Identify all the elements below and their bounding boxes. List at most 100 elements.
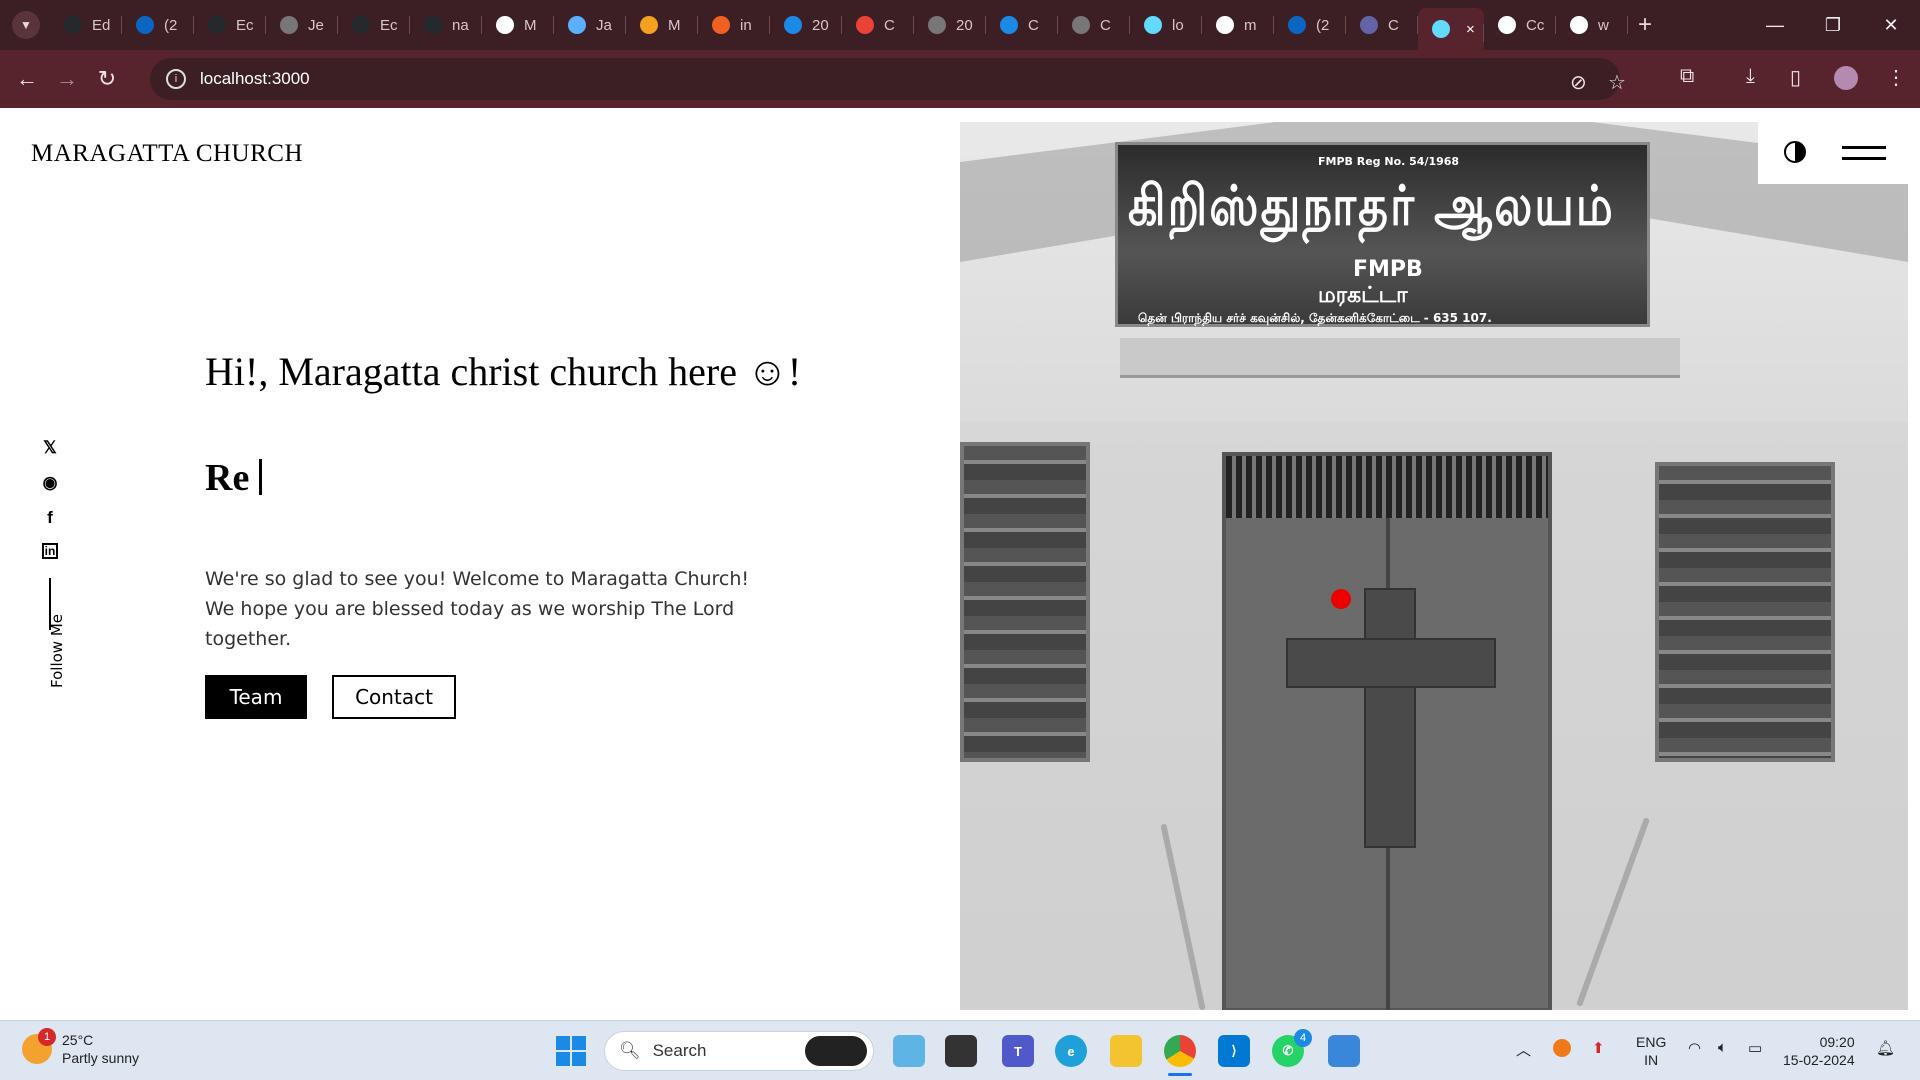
tab-label: in — [740, 16, 752, 34]
edge-icon[interactable]: e — [1055, 1035, 1087, 1067]
tray-app-icon[interactable] — [1553, 1039, 1571, 1057]
vscode-icon[interactable]: ⟩ — [1218, 1035, 1250, 1067]
search-icon: 🔍︎ — [619, 1041, 641, 1060]
tab-4[interactable]: Ec — [338, 0, 410, 50]
tab-label: M — [668, 16, 681, 34]
notification-bell-icon[interactable]: 🔔︎ — [1876, 1039, 1895, 1057]
bookmark-star-icon[interactable]: ☆ — [1608, 70, 1626, 95]
medium-icon — [496, 16, 514, 34]
address-bar[interactable]: i localhost:3000 ⊘ ☆ — [150, 58, 1626, 100]
tab-14[interactable]: C — [1058, 0, 1130, 50]
tab-18[interactable]: C — [1346, 0, 1418, 50]
taskbar-search[interactable]: 🔍︎ Search — [604, 1031, 874, 1071]
tab-16[interactable]: m — [1202, 0, 1274, 50]
after-tab-0[interactable]: Cc — [1484, 0, 1556, 50]
tab-label: m — [1244, 16, 1257, 34]
tab-label: (2 — [164, 16, 178, 34]
windows-taskbar: 1 25°C Partly sunny 🔍︎ Search T e ⟩ ✆ 4 … — [0, 1020, 1920, 1080]
tab-5[interactable]: na — [410, 0, 482, 50]
google-icon — [1570, 16, 1588, 34]
globe-icon — [280, 16, 298, 34]
tab-label: Cc — [1526, 16, 1545, 34]
close-tab-icon[interactable]: × — [1466, 21, 1475, 38]
tab-2[interactable]: Ec — [194, 0, 266, 50]
globe-icon — [1072, 16, 1090, 34]
tab-6[interactable]: M — [482, 0, 554, 50]
facebook-icon[interactable]: f — [40, 508, 60, 528]
language-indicator[interactable]: ENG IN — [1636, 1033, 1666, 1069]
hamburger-menu-icon[interactable] — [1842, 146, 1886, 160]
teams-icon[interactable]: T — [1002, 1035, 1034, 1067]
contact-button[interactable]: Contact — [332, 675, 456, 719]
profile-avatar[interactable] — [1834, 66, 1858, 90]
new-tab-button[interactable]: + — [1638, 11, 1652, 39]
start-button[interactable] — [556, 1036, 586, 1066]
tab-label: Ec — [380, 16, 398, 34]
system-clock[interactable]: 09:20 15-02-2024 — [1783, 1033, 1855, 1069]
rainbow-icon — [640, 16, 658, 34]
file-explorer-icon[interactable] — [1110, 1035, 1142, 1067]
reload-button[interactable]: ↻ — [87, 66, 127, 92]
chrome-active-indicator — [1168, 1073, 1192, 1076]
whatsapp-badge: 4 — [1294, 1029, 1312, 1047]
chrome-icon[interactable] — [1164, 1035, 1196, 1067]
side-panel-icon[interactable]: ▯ — [1790, 65, 1801, 90]
after-tab-1[interactable]: w — [1556, 0, 1628, 50]
copilot-icon[interactable] — [805, 1036, 867, 1066]
weather-widget[interactable]: 1 25°C Partly sunny — [22, 1028, 139, 1067]
tab-13[interactable]: C — [986, 0, 1058, 50]
team-button[interactable]: Team — [205, 675, 307, 719]
tab-8[interactable]: M — [626, 0, 698, 50]
theme-toggle-icon[interactable] — [1784, 141, 1806, 163]
restore-button[interactable]: ❐ — [1804, 0, 1862, 50]
tab-9[interactable]: in — [698, 0, 770, 50]
weather-temp: 25°C — [62, 1032, 94, 1048]
tab-10[interactable]: 20 — [770, 0, 842, 50]
task-view-icon[interactable] — [945, 1035, 977, 1067]
back-button[interactable]: ← — [7, 66, 47, 92]
left-window — [960, 442, 1090, 762]
url-text[interactable]: localhost:3000 — [200, 69, 310, 89]
eye-off-icon[interactable]: ⊘ — [1570, 70, 1587, 95]
sign-sub-text: மரகட்டா — [1318, 283, 1408, 308]
volume-icon[interactable]: 🔈︎ — [1718, 1039, 1727, 1056]
church-photo: FMPB Reg No. 54/1968 கிறிஸ்துநாதர் ஆலயம்… — [960, 122, 1908, 1010]
tab-12[interactable]: 20 — [914, 0, 986, 50]
github-icon[interactable]: ◉ — [40, 473, 60, 493]
tab-15[interactable]: lo — [1130, 0, 1202, 50]
tab-1[interactable]: (2 — [122, 0, 194, 50]
minimize-button[interactable]: — — [1746, 0, 1804, 50]
more-menu-icon[interactable]: ⋮ — [1886, 65, 1906, 90]
tab-11[interactable]: C — [842, 0, 914, 50]
github-icon — [424, 16, 442, 34]
battery-icon[interactable]: ▭ — [1748, 1039, 1762, 1057]
wifi-icon[interactable]: ◠ — [1688, 1039, 1701, 1057]
photos-icon[interactable] — [1328, 1035, 1360, 1067]
right-window — [1655, 462, 1835, 762]
back-arrow-icon: ← — [16, 66, 38, 91]
tab-search-button[interactable]: ▼ — [12, 11, 40, 39]
chat-icon — [784, 16, 802, 34]
webpage: MARAGATTA CHURCH 𝕏 ◉ f in Follow Me Hi!,… — [0, 108, 1920, 1018]
tab-label: w — [1598, 16, 1609, 34]
download-icon[interactable]: ⤓ — [1746, 65, 1755, 88]
twitter-icon[interactable]: 𝕏 — [40, 438, 60, 458]
tab-17[interactable]: (2 — [1274, 0, 1346, 50]
follow-me-label: Follow Me — [48, 614, 66, 688]
tab-7[interactable]: Ja — [554, 0, 626, 50]
brand-logo[interactable]: MARAGATTA CHURCH — [31, 140, 303, 168]
tray-overflow-icon[interactable]: ︿ — [1516, 1039, 1531, 1060]
weather-badge: 1 — [38, 1028, 56, 1046]
tab-3[interactable]: Je — [266, 0, 338, 50]
tab-strip: ▼ Ed (2 Ec Je Ec na M Ja Min 20 C 20 C Clo m (2 C × Cc w + … — [0, 0, 1920, 50]
tab-0[interactable]: Ed — [50, 0, 122, 50]
site-info-icon[interactable]: i — [166, 69, 186, 89]
close-window-button[interactable]: ✕ — [1862, 0, 1920, 50]
tray-update-icon[interactable]: ⬆ — [1592, 1039, 1605, 1057]
extensions-icon[interactable]: ⧉ — [1680, 65, 1694, 88]
copilot-app-icon[interactable] — [893, 1035, 925, 1067]
tab-label: (2 — [1316, 16, 1330, 34]
forward-button[interactable]: → — [47, 66, 87, 92]
tab-active[interactable]: × — [1418, 8, 1484, 50]
linkedin-icon[interactable]: in — [42, 543, 58, 559]
